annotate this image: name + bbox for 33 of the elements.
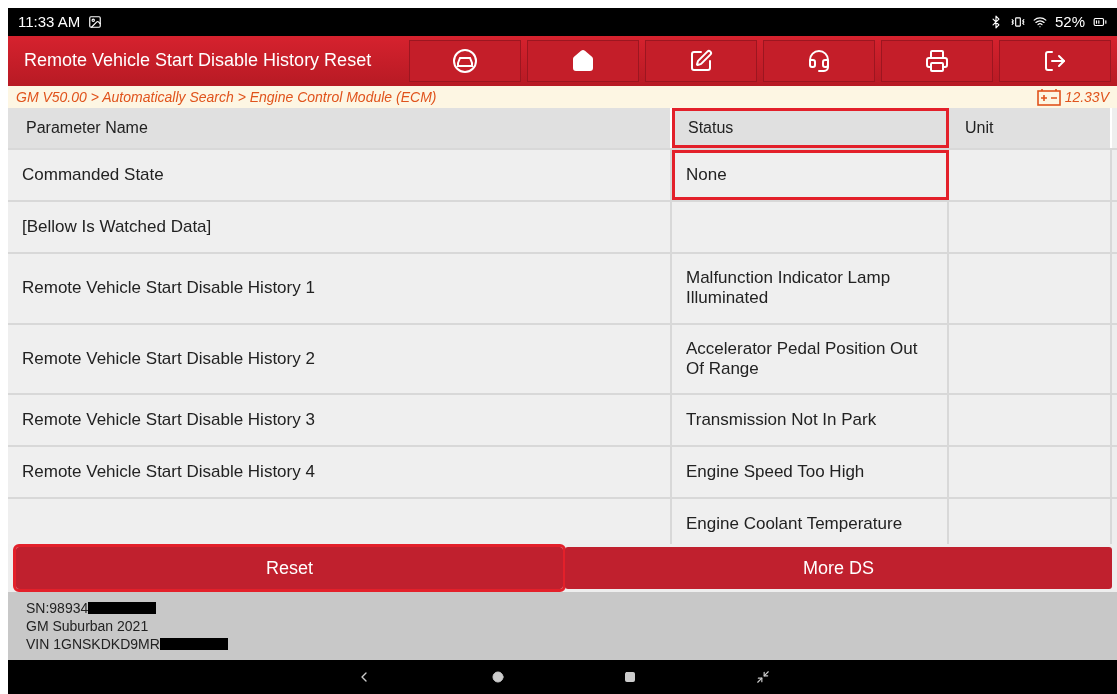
headset-icon [807, 48, 831, 73]
breadcrumb: GM V50.00 > Automatically Search > Engine Control Module (ECM) [16, 88, 438, 105]
toolbar-button[interactable] [881, 39, 993, 82]
info-text: VIN 1GNSKDKD9MR [26, 636, 160, 653]
toolbar-button[interactable] [763, 39, 875, 82]
clock-time: 11:33 AM [18, 13, 81, 31]
battery-percent: 52% [1054, 13, 1085, 31]
action-button[interactable]: More DS [565, 547, 1112, 590]
toolbar-button[interactable] [527, 39, 639, 82]
wifi-icon [1032, 14, 1047, 29]
exit-icon [1043, 48, 1067, 73]
table-cell: None [672, 149, 949, 200]
vibrate-icon [1010, 14, 1025, 29]
toolbar-button[interactable] [645, 39, 757, 82]
edit-icon [689, 48, 713, 73]
toolbar-button[interactable] [999, 39, 1111, 82]
toolbar-button[interactable] [409, 39, 521, 82]
battery-icon [1036, 87, 1061, 106]
home-icon[interactable] [491, 671, 504, 684]
printer-icon [925, 48, 949, 73]
car-icon [452, 47, 478, 74]
home-icon [571, 48, 595, 73]
screenshot-icon[interactable] [755, 670, 770, 685]
voltage-reading: 12.33V [1064, 88, 1109, 105]
info-text: SN:98934 [26, 600, 89, 617]
column-header: Status [672, 107, 949, 148]
info-text: GM Suburban 2021 [26, 618, 149, 635]
action-button[interactable]: Reset [16, 547, 563, 590]
recents-icon[interactable] [623, 671, 636, 684]
column-header: Parameter Name [8, 107, 672, 148]
column-header: Unit [949, 107, 1112, 148]
notification-icon [88, 14, 103, 29]
page-title: Remote Vehicle Start Disable History Reset [24, 50, 373, 72]
